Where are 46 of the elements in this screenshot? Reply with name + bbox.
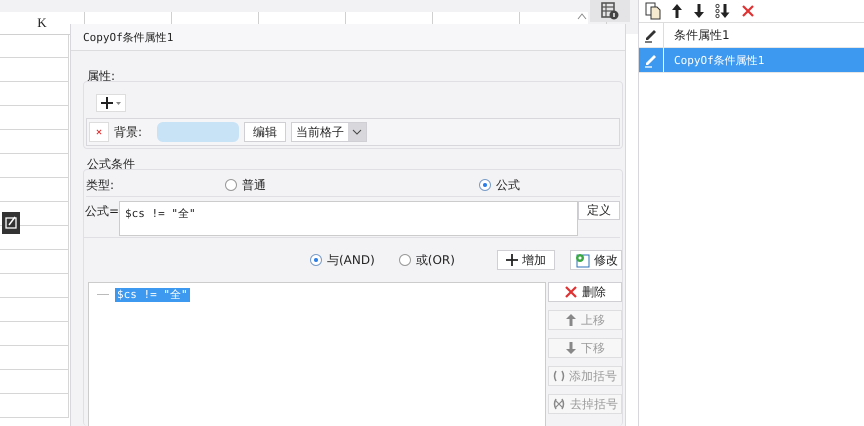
field-label: 背景: — [114, 124, 142, 140]
edit-icon — [5, 216, 17, 230]
plus-icon — [506, 254, 518, 266]
scroll-up-icon[interactable] — [577, 12, 587, 20]
arrow-down-icon — [565, 341, 577, 355]
add-dropdown-button[interactable] — [96, 94, 126, 112]
field-label: 类型: — [86, 176, 116, 194]
gear-document-icon — [574, 252, 590, 268]
scope-dropdown[interactable]: 当前格子 — [291, 122, 368, 142]
pencil-icon — [643, 27, 659, 43]
radio-label: 或(OR) — [416, 252, 455, 268]
delete-button[interactable]: 删除 — [548, 282, 622, 302]
copy-icon[interactable] — [645, 2, 661, 20]
dialog-title: CopyOf条件属性1 — [83, 30, 174, 44]
remove-button[interactable] — [89, 122, 109, 142]
plus-icon — [100, 96, 122, 110]
edit-button[interactable] — [2, 212, 20, 234]
table-info-icon[interactable] — [601, 2, 619, 20]
radio-button[interactable] — [479, 179, 491, 191]
pencil-icon — [643, 52, 659, 68]
radio-button[interactable] — [398, 254, 411, 266]
caret-icon — [352, 129, 362, 135]
arrow-up-icon[interactable] — [671, 3, 683, 19]
move-to-bottom-icon[interactable] — [715, 3, 731, 19]
radio-label: 与(AND) — [327, 252, 375, 268]
group-label: 属性: — [87, 69, 116, 83]
field-label: 公式= — [84, 203, 119, 220]
radio-label: 普通 — [242, 176, 266, 194]
formula-field[interactable]: $cs != "全" — [119, 201, 578, 236]
radio-label: 公式 — [496, 176, 520, 194]
edit-button[interactable]: 编辑 — [244, 122, 286, 142]
radio-button[interactable] — [225, 179, 237, 191]
radio-button[interactable] — [310, 254, 322, 266]
item-label: CopyOf条件属性1 — [674, 52, 764, 68]
close-icon — [564, 285, 578, 299]
define-button[interactable]: 定义 — [578, 201, 620, 220]
color-swatch[interactable] — [157, 122, 240, 142]
arrow-down-icon[interactable] — [693, 3, 705, 19]
brackets-icon — [553, 370, 565, 382]
modify-button[interactable]: 修改 — [570, 250, 622, 270]
group-label: 公式条件 — [87, 157, 136, 171]
close-icon[interactable] — [741, 4, 755, 18]
crossed-brackets-icon — [552, 397, 566, 411]
item-label: 条件属性1 — [674, 26, 730, 44]
arrow-up-icon — [565, 313, 577, 327]
add-button[interactable]: 增加 — [497, 250, 555, 270]
